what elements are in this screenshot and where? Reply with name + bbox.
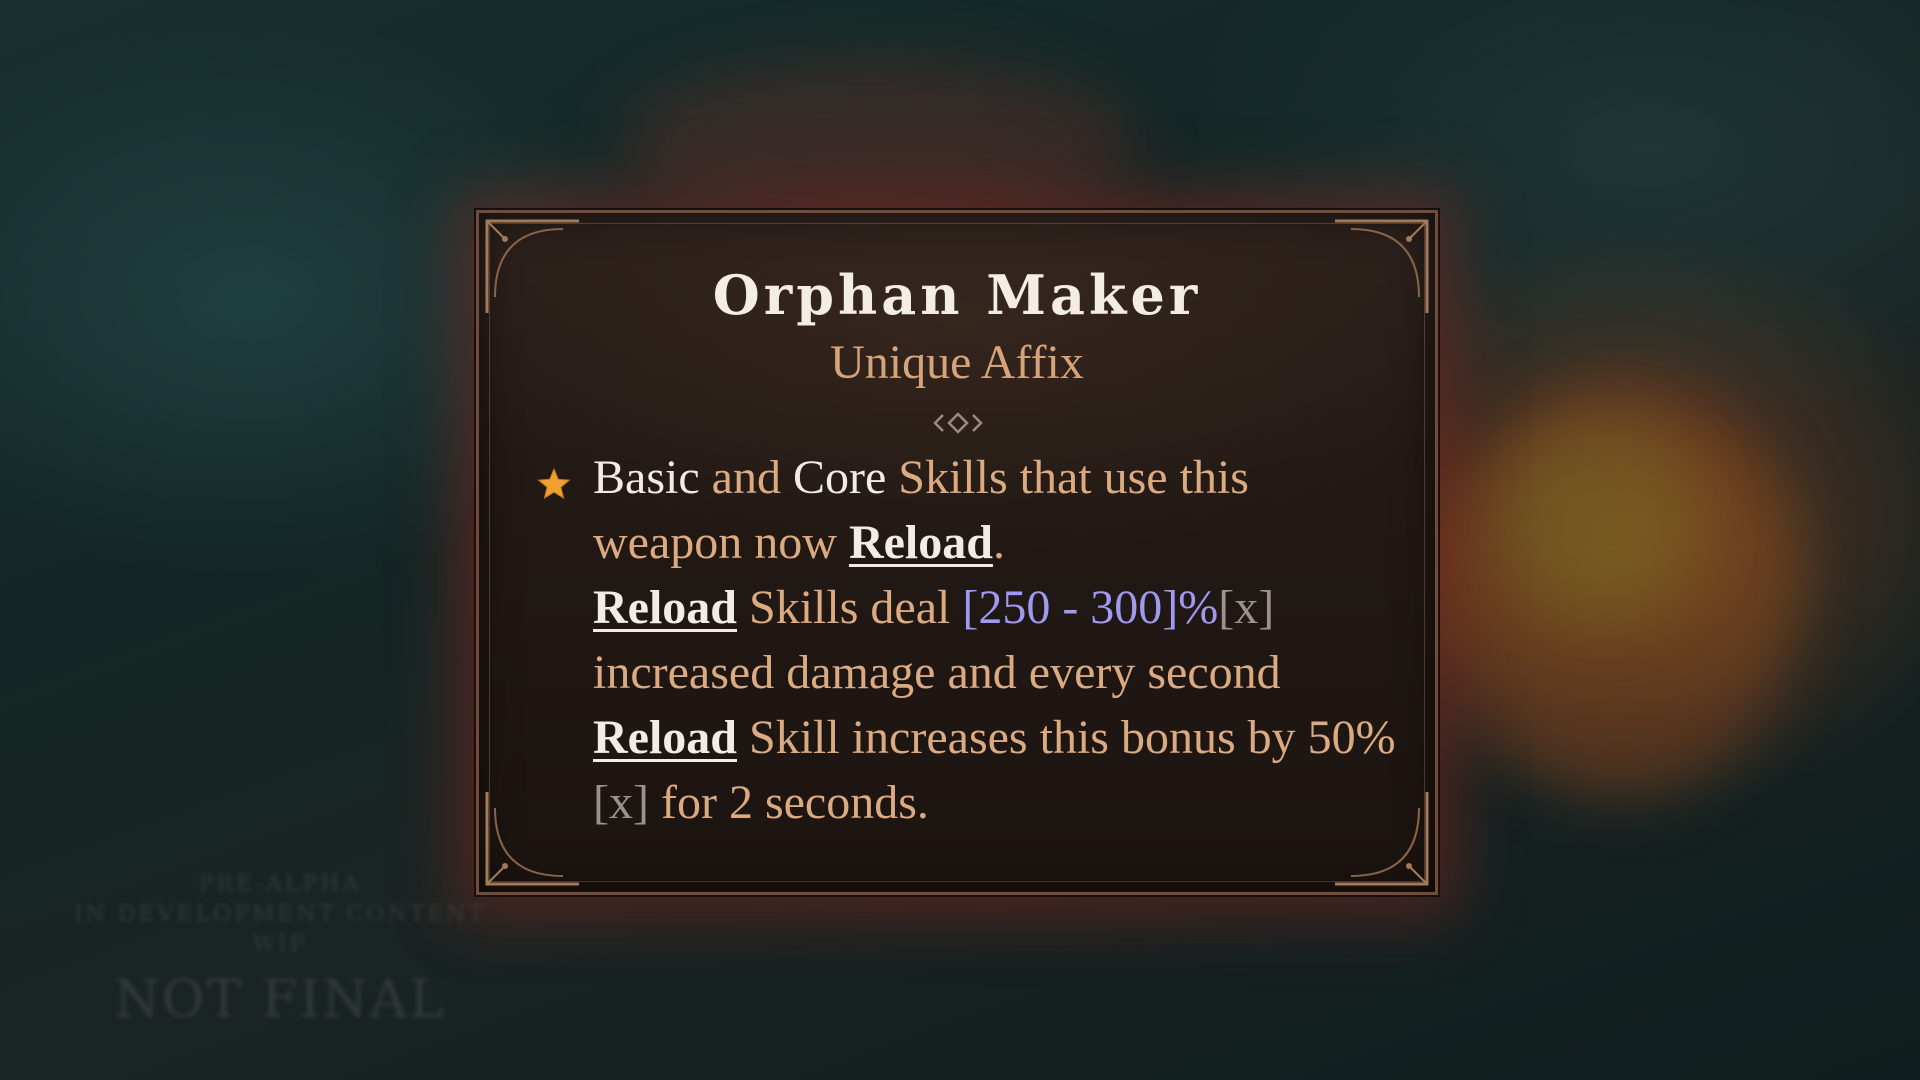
affix-text-span: . — [992, 516, 1005, 569]
keyword-reload[interactable]: Reload — [593, 581, 737, 634]
multiplier-tag: [x] — [593, 776, 649, 829]
affix-text-span: Skill increases this bonus by — [737, 711, 1308, 764]
star-icon — [537, 467, 571, 500]
watermark: PRE-ALPHA IN DEVELOPMENT CONTENT WIP NOT… — [60, 870, 500, 1030]
item-title: Orphan Maker — [712, 263, 1202, 327]
watermark-line: PRE-ALPHA — [198, 872, 362, 897]
keyword-reload[interactable]: Reload — [849, 516, 993, 569]
background-glow-top — [620, 60, 1140, 220]
item-subtitle: Unique Affix — [830, 336, 1084, 389]
keyword-reload[interactable]: Reload — [593, 711, 737, 764]
watermark-not-final: NOT FINAL — [114, 970, 446, 1030]
multiplier-tag: [x] — [1218, 581, 1275, 634]
divider-ornament-icon — [523, 412, 1393, 434]
affix-text-span: for 2 seconds. — [648, 776, 929, 829]
skill-tag-basic: Basic — [593, 451, 700, 504]
bonus-value: 50% — [1307, 711, 1396, 764]
affix-description: Basic and Core Skills that use this weap… — [537, 445, 1397, 835]
affix-text-span: and — [699, 451, 793, 504]
watermark-line: IN DEVELOPMENT CONTENT — [73, 902, 487, 927]
skill-tag-core: Core — [792, 451, 887, 504]
affix-text: Basic and Core Skills that use this weap… — [593, 445, 1397, 835]
watermark-line: WIP — [252, 932, 308, 957]
affix-text-span: Skills deal — [737, 581, 963, 634]
affix-tooltip: Orphan Maker Unique Affix Basic and Core… — [476, 210, 1438, 895]
damage-range-value: [250 - 300]% — [962, 581, 1219, 634]
background-glow-foliage — [1500, 420, 1700, 620]
affix-text-span: increased damage and every second — [593, 646, 1281, 699]
